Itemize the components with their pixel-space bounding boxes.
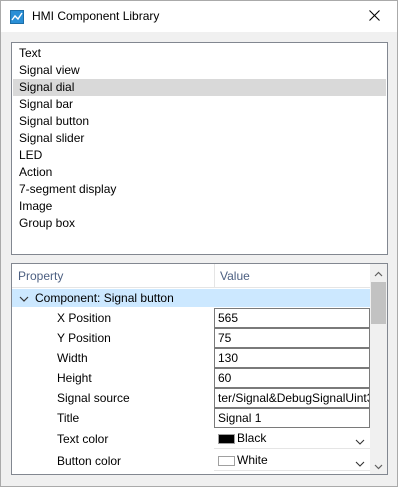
- hmi-component-library-window: HMI Component Library Text Signal view S…: [0, 0, 398, 487]
- scroll-down-button[interactable]: [370, 457, 387, 474]
- property-name: Height: [57, 371, 92, 385]
- column-header-value[interactable]: Value: [220, 269, 250, 283]
- property-name: Button color: [57, 454, 122, 468]
- column-divider[interactable]: [214, 264, 215, 288]
- list-item-image[interactable]: Image: [13, 198, 386, 215]
- button-color-select[interactable]: White: [214, 451, 370, 471]
- x-position-field[interactable]: 565: [214, 308, 370, 328]
- list-item-signal-button[interactable]: Signal button: [13, 113, 386, 130]
- width-field[interactable]: 130: [214, 348, 370, 368]
- property-grid-header: Property Value: [12, 264, 370, 288]
- property-group-label: Component: Signal button: [35, 291, 174, 305]
- column-header-property[interactable]: Property: [18, 269, 63, 283]
- list-item-group-box[interactable]: Group box: [13, 215, 386, 232]
- property-row-y-position: Y Position 75: [12, 328, 370, 348]
- title-bar[interactable]: HMI Component Library: [1, 1, 397, 32]
- list-item-7-segment-display[interactable]: 7-segment display: [13, 181, 386, 198]
- chevron-down-icon[interactable]: [355, 457, 365, 467]
- property-name: Width: [57, 351, 88, 365]
- property-row-text-color: Text color Black: [12, 429, 370, 449]
- component-list[interactable]: Text Signal view Signal dial Signal bar …: [11, 42, 388, 255]
- chevron-down-icon[interactable]: [355, 435, 365, 445]
- property-row-button-color: Button color White: [12, 451, 370, 471]
- list-item-led[interactable]: LED: [13, 147, 386, 164]
- title-field[interactable]: Signal 1: [214, 408, 370, 428]
- list-item-text[interactable]: Text: [13, 45, 386, 62]
- text-color-select[interactable]: Black: [214, 429, 370, 449]
- property-row-width: Width 130: [12, 348, 370, 368]
- property-row-x-position: X Position 565: [12, 308, 370, 328]
- color-swatch: [218, 434, 235, 444]
- property-group-component[interactable]: Component: Signal button: [12, 289, 370, 307]
- vertical-scrollbar[interactable]: [370, 264, 387, 474]
- color-swatch: [218, 456, 235, 466]
- y-position-field[interactable]: 75: [214, 328, 370, 348]
- list-item-signal-slider[interactable]: Signal slider: [13, 130, 386, 147]
- button-color-value: White: [237, 453, 268, 467]
- window-title: HMI Component Library: [32, 9, 160, 23]
- list-item-signal-view[interactable]: Signal view: [13, 62, 386, 79]
- property-name: Text color: [57, 432, 109, 446]
- scroll-thumb[interactable]: [371, 282, 386, 324]
- property-name: Y Position: [57, 331, 111, 345]
- property-row-title: Title Signal 1: [12, 408, 370, 428]
- scroll-up-button[interactable]: [370, 264, 387, 281]
- property-name: X Position: [57, 311, 112, 325]
- list-item-action[interactable]: Action: [13, 164, 386, 181]
- hmi-library-icon: [10, 10, 24, 24]
- property-grid: Property Value Component: Signal button …: [11, 263, 388, 475]
- property-row-signal-source: Signal source ter/Signal&DebugSignalUint…: [12, 388, 370, 408]
- signal-source-field[interactable]: ter/Signal&DebugSignalUint321: [214, 388, 370, 408]
- list-item-signal-dial[interactable]: Signal dial: [13, 79, 386, 96]
- property-name: Signal source: [57, 391, 130, 405]
- chevron-down-icon[interactable]: [19, 293, 29, 303]
- text-color-value: Black: [237, 431, 267, 445]
- close-icon: [368, 9, 380, 24]
- close-button[interactable]: [351, 1, 397, 32]
- property-name: Title: [57, 411, 80, 425]
- list-item-signal-bar[interactable]: Signal bar: [13, 96, 386, 113]
- property-row-height: Height 60: [12, 368, 370, 388]
- chevron-up-icon: [374, 266, 383, 280]
- chevron-down-icon: [374, 459, 383, 473]
- height-field[interactable]: 60: [214, 368, 370, 388]
